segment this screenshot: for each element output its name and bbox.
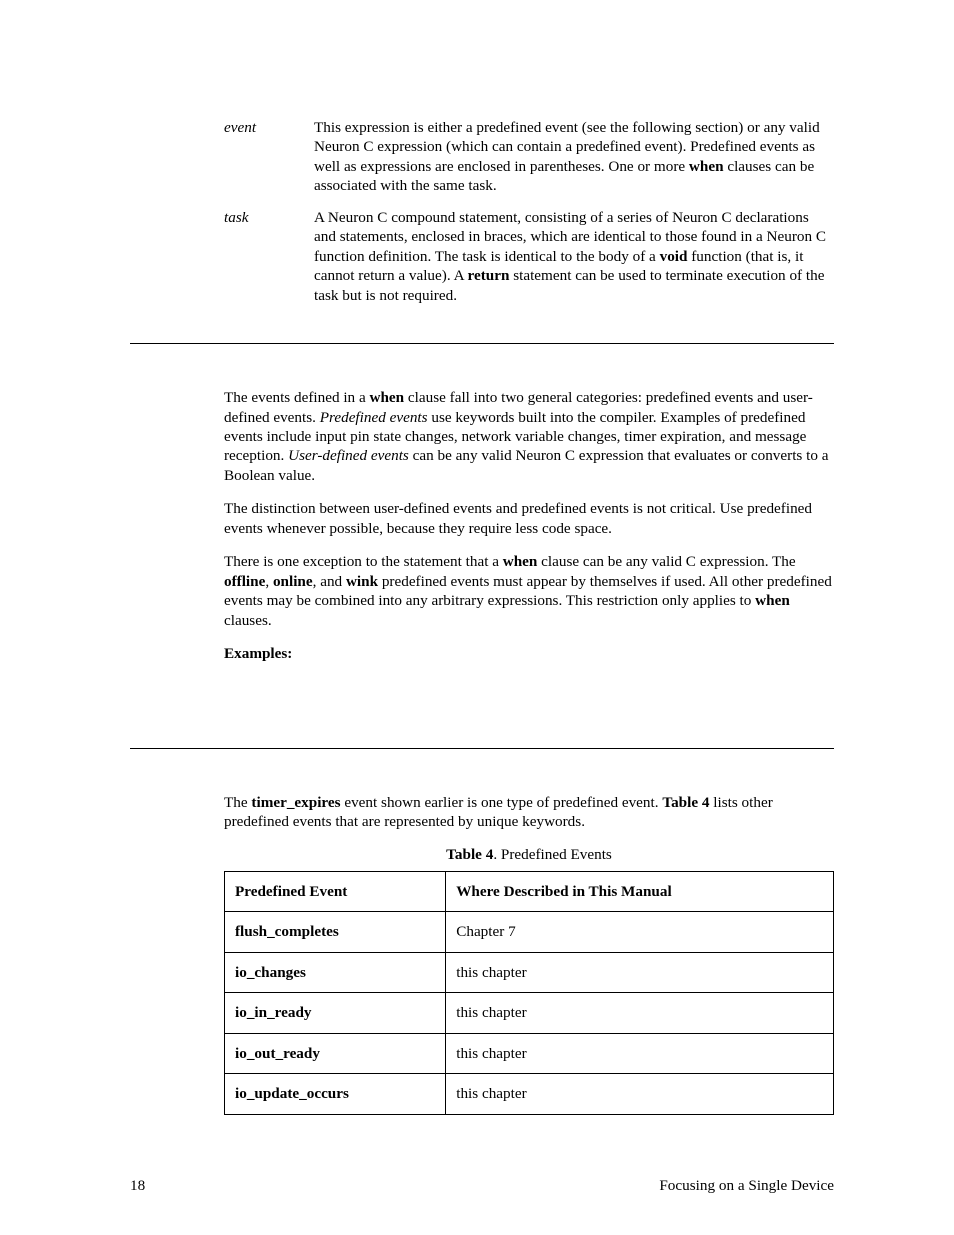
keyword-when: when: [755, 592, 790, 609]
examples-heading: Examples:: [224, 644, 834, 663]
definition-list: event This expression is either a predef…: [224, 118, 834, 305]
table-cell-event: io_in_ready: [225, 993, 446, 1033]
text: ,: [265, 573, 273, 590]
term-user-defined-events: User-defined events: [288, 447, 409, 464]
keyword-wink: wink: [346, 573, 378, 590]
keyword-timer-expires: timer_expires: [251, 794, 340, 811]
table-header-where: Where Described in This Manual: [446, 871, 834, 911]
table-cell-where: Chapter 7: [446, 912, 834, 952]
table-row: io_in_ready this chapter: [225, 993, 834, 1033]
page-footer: 18 Focusing on a Single Device: [130, 1176, 834, 1195]
table-cell-event: io_changes: [225, 952, 446, 992]
table-cell-where: this chapter: [446, 1074, 834, 1114]
table-cell-event: io_out_ready: [225, 1033, 446, 1073]
keyword-offline: offline: [224, 573, 265, 590]
table-header-row: Predefined Event Where Described in This…: [225, 871, 834, 911]
text: clauses.: [224, 612, 272, 629]
definition-description: A Neuron C compound statement, consistin…: [314, 208, 834, 305]
body-text-block-2: The timer_expires event shown earlier is…: [224, 793, 834, 1115]
text: , and: [313, 573, 346, 590]
table-cell-event: flush_completes: [225, 912, 446, 952]
paragraph: The timer_expires event shown earlier is…: [224, 793, 834, 832]
page: event This expression is either a predef…: [0, 0, 954, 1235]
table-cell-where: this chapter: [446, 993, 834, 1033]
table-row: flush_completes Chapter 7: [225, 912, 834, 952]
text: There is one exception to the statement …: [224, 553, 503, 570]
paragraph: The distinction between user-defined eve…: [224, 499, 834, 538]
keyword-return: return: [468, 267, 510, 284]
table-caption-number: Table 4: [446, 846, 493, 863]
running-title: Focusing on a Single Device: [659, 1176, 834, 1195]
text: clause can be any valid C expression. Th…: [537, 553, 795, 570]
text: The: [224, 794, 251, 811]
page-number: 18: [130, 1176, 145, 1195]
definition-row-event: event This expression is either a predef…: [224, 118, 834, 196]
table-cell-event: io_update_occurs: [225, 1074, 446, 1114]
table-reference: Table 4: [662, 794, 709, 811]
definition-description: This expression is either a predefined e…: [314, 118, 834, 196]
keyword-when: when: [689, 158, 724, 175]
definition-term: task: [224, 208, 314, 305]
paragraph: The events defined in a when clause fall…: [224, 388, 834, 485]
definition-term: event: [224, 118, 314, 196]
term-predefined-events: Predefined events: [320, 409, 428, 426]
keyword-online: online: [273, 573, 313, 590]
text: event shown earlier is one type of prede…: [341, 794, 663, 811]
body-text-block-1: The events defined in a when clause fall…: [224, 388, 834, 663]
table-cell-where: this chapter: [446, 1033, 834, 1073]
predefined-events-table: Predefined Event Where Described in This…: [224, 871, 834, 1115]
table-row: io_out_ready this chapter: [225, 1033, 834, 1073]
table-row: io_update_occurs this chapter: [225, 1074, 834, 1114]
text: The events defined in a: [224, 389, 370, 406]
table-cell-where: this chapter: [446, 952, 834, 992]
table-header-event: Predefined Event: [225, 871, 446, 911]
keyword-void: void: [660, 248, 688, 265]
table-caption-title: . Predefined Events: [493, 846, 612, 863]
table-row: io_changes this chapter: [225, 952, 834, 992]
keyword-when: when: [370, 389, 405, 406]
definition-row-task: task A Neuron C compound statement, cons…: [224, 208, 834, 305]
paragraph: There is one exception to the statement …: [224, 552, 834, 630]
table-caption: Table 4. Predefined Events: [224, 845, 834, 864]
keyword-when: when: [503, 553, 538, 570]
